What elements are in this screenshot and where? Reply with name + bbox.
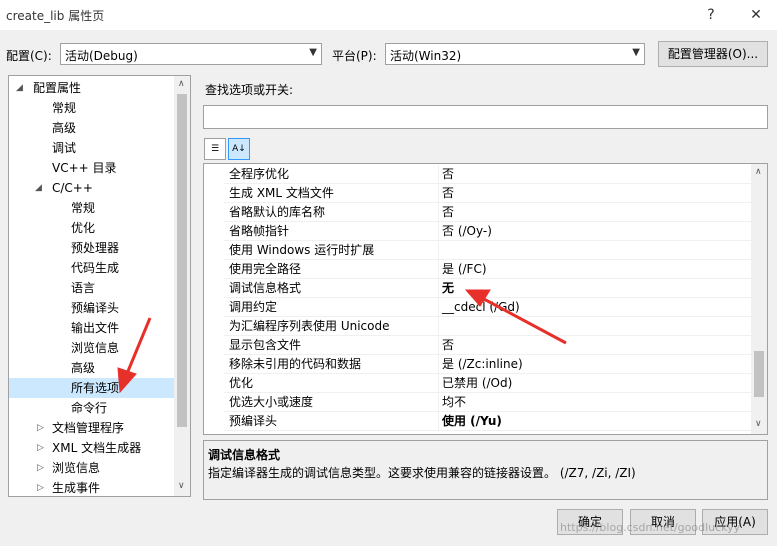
annotation-arrowhead-grid xyxy=(464,289,491,307)
description-text: 指定编译器生成的调试信息类型。这要求使用兼容的链接器设置。 (/Z7, /Zi,… xyxy=(208,466,636,480)
description-panel: 调试信息格式 指定编译器生成的调试信息类型。这要求使用兼容的链接器设置。 (/Z… xyxy=(203,440,768,500)
watermark: https://blog.csdn.net/goodluckyy xyxy=(560,521,741,534)
annotation-arrowhead-tree xyxy=(117,367,137,394)
description-title: 调试信息格式 xyxy=(208,448,281,462)
annotation-arrow-grid xyxy=(481,296,567,345)
annotation-arrow-tree xyxy=(124,317,152,377)
